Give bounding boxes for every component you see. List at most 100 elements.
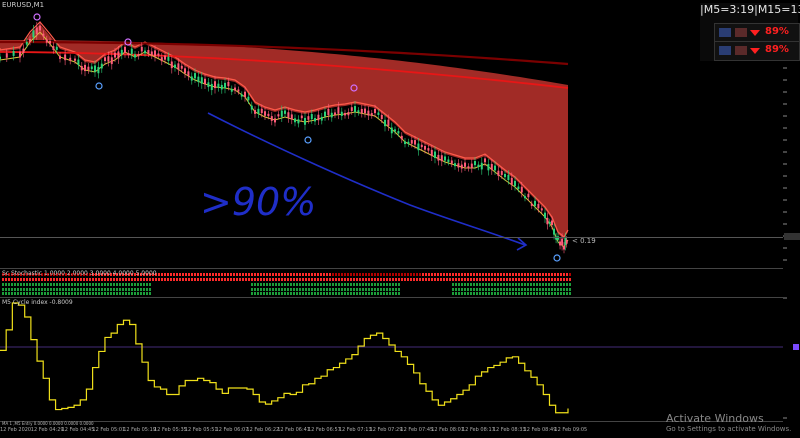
candle-body xyxy=(548,221,551,224)
stochastic-cell xyxy=(482,273,484,276)
stochastic-cell xyxy=(566,292,568,295)
stochastic-cell xyxy=(104,278,106,281)
stochastic-cell xyxy=(560,292,562,295)
stochastic-cell xyxy=(251,283,253,286)
stochastic-cell xyxy=(104,288,106,291)
time-axis-label: 12 Feb 05:35 xyxy=(154,427,187,433)
stochastic-cell xyxy=(284,288,286,291)
stochastic-cell xyxy=(320,288,322,291)
stochastic-cell xyxy=(392,292,394,295)
stochastic-cell xyxy=(470,288,472,291)
candle-body xyxy=(387,119,390,126)
stochastic-cell xyxy=(107,292,109,295)
stochastic-cell xyxy=(329,283,331,286)
stochastic-cell xyxy=(131,283,133,286)
stochastic-cell xyxy=(536,292,538,295)
candle-body xyxy=(190,76,193,81)
main-chart-svg[interactable]: >90% xyxy=(0,0,783,266)
stochastic-cell xyxy=(290,292,292,295)
stochastic-cell xyxy=(338,288,340,291)
cycle-index-pane[interactable]: M5 Cycle index -0.8009 xyxy=(0,297,783,422)
stochastic-cell xyxy=(554,292,556,295)
stochastic-cell xyxy=(557,283,559,286)
stochastic-cell xyxy=(509,292,511,295)
stochastic-cell xyxy=(272,292,274,295)
time-axis-label: 12 Feb 07:13 xyxy=(338,427,372,433)
candle-body xyxy=(317,114,320,121)
stochastic-cell xyxy=(452,273,454,276)
candle-body xyxy=(160,57,163,62)
stochastic-cell xyxy=(320,292,322,295)
stochastic-cell xyxy=(137,283,139,286)
stochastic-cell xyxy=(494,278,496,281)
candle-body xyxy=(427,148,430,151)
stochastic-cell xyxy=(59,283,61,286)
stochastic-cell xyxy=(383,278,385,281)
stochastic-cell xyxy=(158,273,160,276)
stochastic-cell xyxy=(497,273,499,276)
stochastic-cell xyxy=(215,273,217,276)
stochastic-cell xyxy=(35,278,37,281)
time-axis-label: 12 Feb 09:05 xyxy=(554,427,588,433)
stochastic-pane[interactable]: Sc Stochastic 1.0000 2.0000 3.0000 4.000… xyxy=(0,268,783,296)
stochastic-cell xyxy=(377,278,379,281)
candle-body xyxy=(80,66,83,71)
stochastic-cell xyxy=(386,292,388,295)
main-chart-pane[interactable]: >90% EURUSD,M1 xyxy=(0,0,783,266)
stochastic-cell xyxy=(260,273,262,276)
stochastic-cell xyxy=(5,288,7,291)
stochastic-cell xyxy=(488,292,490,295)
stochastic-cell xyxy=(122,292,124,295)
stochastic-cell xyxy=(389,288,391,291)
stochastic-cell xyxy=(530,292,532,295)
stochastic-cell xyxy=(8,288,10,291)
time-axis-label: 12 Feb 08:33 xyxy=(492,427,526,433)
stochastic-cell xyxy=(464,283,466,286)
stochastic-cell xyxy=(23,292,25,295)
stochastic-cell xyxy=(86,283,88,286)
stochastic-cell xyxy=(356,273,358,276)
stochastic-cell xyxy=(224,278,226,281)
stochastic-cell xyxy=(416,273,418,276)
stochastic-cell xyxy=(530,283,532,286)
stochastic-cell xyxy=(359,283,361,286)
stochastic-cell xyxy=(173,273,175,276)
stochastic-cell xyxy=(170,273,172,276)
price-scale[interactable] xyxy=(783,0,800,434)
stochastic-cell xyxy=(149,292,151,295)
candle-body xyxy=(357,110,360,113)
stochastic-cell xyxy=(518,273,520,276)
candle-body xyxy=(227,81,230,87)
stochastic-cell xyxy=(122,283,124,286)
stochastic-cell xyxy=(389,273,391,276)
stochastic-cell xyxy=(434,278,436,281)
time-axis-label: 12 Feb 06:57 xyxy=(308,427,341,433)
candle-body xyxy=(444,156,446,161)
stochastic-cell xyxy=(14,283,16,286)
stochastic-cell xyxy=(317,278,319,281)
stochastic-cell xyxy=(281,283,283,286)
stochastic-cell xyxy=(554,283,556,286)
stochastic-cell xyxy=(11,283,13,286)
time-axis-label: 12 Feb 04:29 xyxy=(30,427,64,433)
stochastic-cell xyxy=(467,288,469,291)
stochastic-cell xyxy=(254,273,256,276)
stochastic-cell xyxy=(50,283,52,286)
stochastic-cell xyxy=(353,278,355,281)
stochastic-cell xyxy=(548,278,550,281)
stochastic-cell xyxy=(356,283,358,286)
stochastic-cell xyxy=(515,283,517,286)
stochastic-cell xyxy=(431,273,433,276)
time-axis-label: 12 Feb 08:01 xyxy=(431,427,464,433)
signal-percent: 89% xyxy=(765,26,789,37)
cycle-level-marker xyxy=(793,344,799,350)
stochastic-cell xyxy=(263,273,265,276)
stochastic-cell xyxy=(521,283,523,286)
stochastic-cell xyxy=(44,288,46,291)
stochastic-cell xyxy=(308,292,310,295)
candle-body xyxy=(430,149,433,156)
stochastic-cell xyxy=(113,292,115,295)
candle-body xyxy=(94,65,96,72)
stochastic-cell xyxy=(74,278,76,281)
stochastic-cell xyxy=(263,292,265,295)
